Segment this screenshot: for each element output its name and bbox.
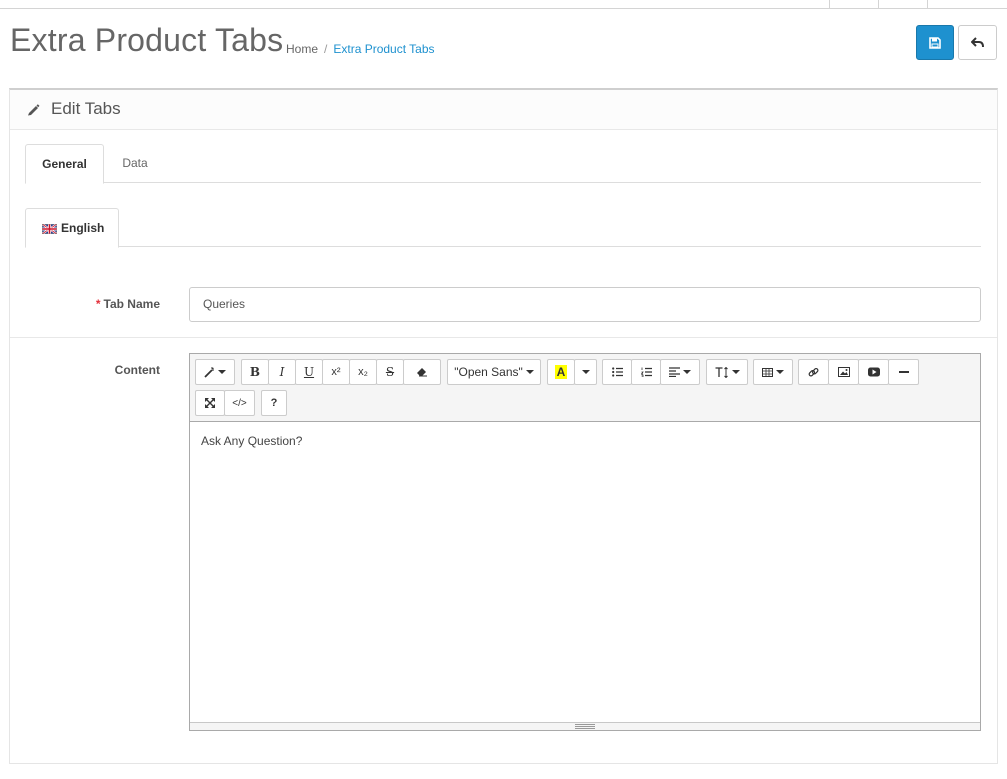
table-icon [762,367,773,377]
caret-down-icon [218,370,226,374]
caret-down-icon [683,370,691,374]
unordered-list-button[interactable] [602,359,632,385]
text-height-icon [715,366,728,378]
breadcrumb-home[interactable]: Home [286,42,318,56]
underline-button[interactable]: U [295,359,323,385]
insert-video-button[interactable] [858,359,889,385]
tab-bar: General Data [25,144,981,184]
highlight-a-icon: A [554,365,568,379]
breadcrumb-separator: / [324,42,328,56]
rich-text-editor: B I U x² x₂ S "Open Sans" A </> ? Ask An… [189,353,981,731]
required-marker: * [95,297,101,311]
language-label: English [61,221,105,235]
align-left-icon [669,367,680,377]
resize-grip-icon [575,724,595,729]
tab-name-input[interactable]: Queries [189,287,981,322]
text-color-button[interactable]: A [547,359,575,385]
back-arrow-icon [970,36,984,47]
code-icon: </> [232,397,247,409]
back-button[interactable] [958,25,997,60]
navbar-divider [927,0,928,9]
font-family-value: "Open Sans" [454,365,523,379]
video-icon [867,367,880,377]
clear-format-button[interactable] [403,359,441,385]
eraser-icon [417,368,427,377]
insert-image-button[interactable] [828,359,859,385]
bullet-list-icon [611,367,623,377]
breadcrumb-current[interactable]: Extra Product Tabs [333,42,434,56]
content-label: Content [114,363,160,377]
magic-wand-icon [204,366,214,378]
uk-flag-icon [42,224,57,234]
style-dropdown[interactable] [195,359,235,385]
editor-resize-bar[interactable] [190,722,980,730]
save-button[interactable] [916,25,954,60]
horizontal-rule-icon [898,371,909,373]
tab-data[interactable]: Data [104,144,166,183]
color-dropdown-toggle[interactable] [574,359,597,385]
table-dropdown[interactable] [753,359,793,385]
subscript-button[interactable]: x₂ [349,359,377,385]
tab-general[interactable]: General [25,144,104,184]
image-icon [837,367,850,377]
panel-heading: Edit Tabs [10,90,997,130]
editor-toolbar: B I U x² x₂ S "Open Sans" A </> ? [190,354,980,422]
caret-down-icon [525,370,534,374]
tab-name-label-text: Tab Name [103,297,160,311]
page-title: Extra Product Tabs [10,22,284,58]
save-icon [929,36,941,49]
caret-down-icon [776,370,784,374]
bold-button[interactable]: B [241,359,269,385]
pencil-icon [28,104,40,116]
paragraph-align-dropdown[interactable] [660,359,700,385]
navbar-divider [829,0,830,9]
superscript-button[interactable]: x² [322,359,350,385]
numbered-list-icon [640,367,652,377]
section-divider [10,337,997,338]
top-navbar [0,0,1007,9]
caret-down-icon [581,370,590,374]
horizontal-rule-button[interactable] [888,359,919,385]
language-tab-bar: English [25,208,981,248]
font-family-dropdown[interactable]: "Open Sans" [447,359,541,385]
tab-language-english[interactable]: English [25,208,119,248]
navbar-divider [878,0,879,9]
fullscreen-icon [205,398,215,408]
link-icon [808,367,819,376]
tab-name-label: * Tab Name [60,297,160,311]
help-button[interactable]: ? [261,390,287,416]
code-view-button[interactable]: </> [224,390,255,416]
insert-link-button[interactable] [798,359,829,385]
editor-content[interactable]: Ask Any Question? [201,434,302,448]
line-height-dropdown[interactable] [706,359,748,385]
caret-down-icon [731,370,740,374]
panel-title: Edit Tabs [51,99,121,118]
ordered-list-button[interactable] [631,359,661,385]
strikethrough-button[interactable]: S [376,359,404,385]
italic-button[interactable]: I [268,359,296,385]
breadcrumb: Home / Extra Product Tabs [286,42,435,56]
fullscreen-button[interactable] [195,390,225,416]
